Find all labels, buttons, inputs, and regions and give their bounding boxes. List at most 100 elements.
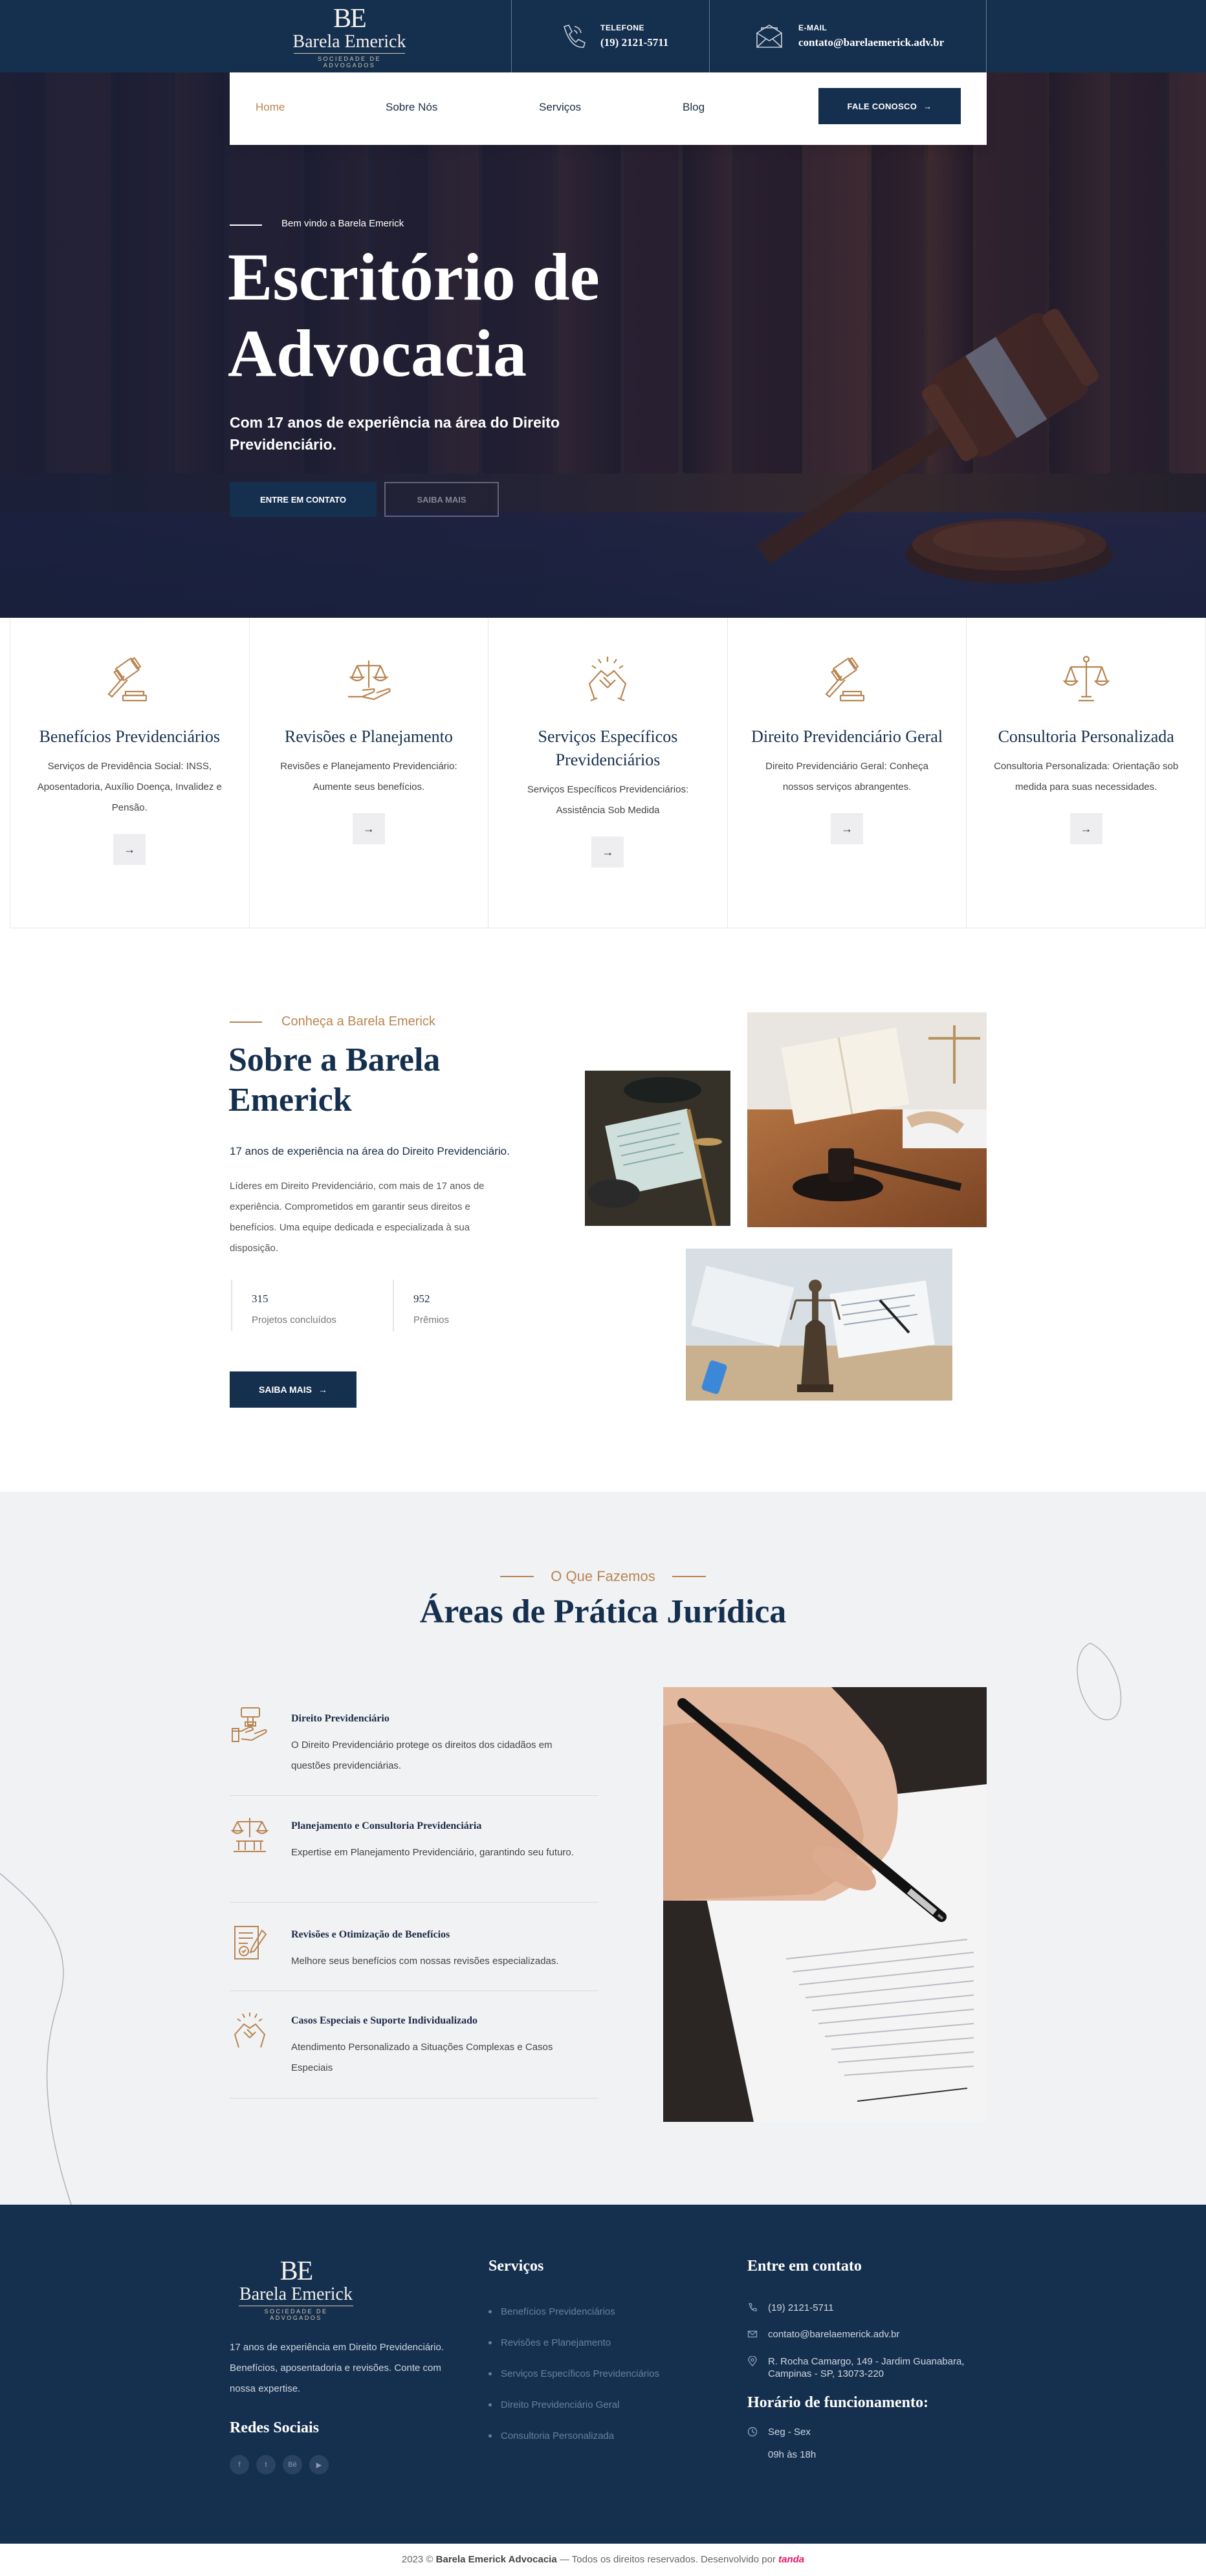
stat-value: 952 <box>413 1293 430 1305</box>
contact-title: Entre em contato <box>747 2258 862 2275</box>
copyright-company: Barela Emerick Advocacia <box>435 2554 557 2565</box>
email-contact[interactable]: E-MAIL contato@barelaemerick.adv.br <box>754 17 944 56</box>
card-title: Benefícios Previdenciários <box>39 727 220 746</box>
copyright-prefix: 2023 © <box>401 2554 436 2565</box>
footer-email-text: contato@barelaemerick.adv.br <box>768 2329 900 2340</box>
learn-more-label: SAIBA MAIS <box>259 1384 312 1395</box>
card-title: Consultoria Personalizada <box>998 727 1174 746</box>
footer-phone[interactable]: (19) 2121-5711 <box>747 2302 833 2314</box>
behance-icon[interactable]: Bē <box>283 2455 302 2474</box>
twitter-icon[interactable]: t <box>256 2455 276 2474</box>
nav-about[interactable]: Sobre Nós <box>386 101 437 114</box>
about-title: Sobre a Barela Emerick <box>228 1042 441 1119</box>
developer-link[interactable]: tanda <box>778 2554 804 2565</box>
copyright-bar: 2023 © Barela Emerick Advocacia — Todos … <box>0 2544 1206 2576</box>
about-photo-gavel <box>747 1012 987 1227</box>
practice-item-title: Casos Especiais e Suporte Individualizad… <box>291 2015 478 2026</box>
logo[interactable]: BE Barela Emerick SOCIEDADE DE ADVOGADOS <box>285 4 414 69</box>
copyright-suffix: — Todos os direitos reservados. Desenvol… <box>556 2554 779 2565</box>
footer-service-link[interactable]: Direito Previdenciário Geral <box>488 2399 619 2410</box>
divider <box>511 0 512 72</box>
logo-monogram: BE <box>333 4 367 34</box>
learn-more-button[interactable]: SAIBA MAIS <box>384 482 499 517</box>
phone-number: (19) 2121-5711 <box>600 36 669 49</box>
main-nav: Home Sobre Nós Serviços Blog FALE CONOSC… <box>230 72 987 145</box>
about-text: Líderes em Direito Previdenciário, com m… <box>230 1181 485 1254</box>
card-arrow-button[interactable]: → <box>352 813 385 844</box>
facebook-icon[interactable]: f <box>230 2455 249 2474</box>
arrow-right-icon: → <box>124 842 136 856</box>
stat-projects: 315 Projetos concluídos <box>231 1280 336 1331</box>
document-check-icon <box>234 1926 267 1959</box>
kicker-line <box>500 1576 534 1577</box>
service-card[interactable]: Consultoria Personalizada Consultoria Pe… <box>967 618 1206 928</box>
nav-blog[interactable]: Blog <box>683 101 705 114</box>
card-arrow-button[interactable]: → <box>113 834 146 865</box>
practice-title: Áreas de Prática Jurídica <box>419 1593 787 1630</box>
handshake-icon <box>589 657 627 702</box>
stat-label: Projetos concluídos <box>252 1315 336 1326</box>
divider <box>986 0 987 72</box>
practice-item[interactable]: Direito Previdenciário O Direito Previde… <box>230 1705 598 1796</box>
practice-kicker: O Que Fazemos <box>500 1568 706 1585</box>
card-arrow-button[interactable]: → <box>1069 813 1102 844</box>
gavel-icon <box>107 657 148 702</box>
footer-about: 17 anos de experiência em Direito Previd… <box>230 2342 444 2394</box>
bullet-icon <box>488 2372 492 2375</box>
footer-email[interactable]: contato@barelaemerick.adv.br <box>747 2328 899 2341</box>
service-card[interactable]: Direito Previdenciário Geral Direito Pre… <box>728 618 967 928</box>
practice-kicker-text: O Que Fazemos <box>551 1568 655 1584</box>
practice-item[interactable]: Planejamento e Consultoria Previdenciári… <box>230 1815 598 1903</box>
logo-tagline: SOCIEDADE DE ADVOGADOS <box>294 53 405 69</box>
practice-item-title: Direito Previdenciário <box>291 1713 389 1724</box>
logo-name: Barela Emerick <box>292 32 406 52</box>
footer-service-link[interactable]: Consultoria Personalizada <box>488 2430 614 2441</box>
youtube-icon[interactable]: ▶ <box>309 2455 329 2474</box>
phone-icon <box>564 25 586 48</box>
footer-service-link[interactable]: Revisões e Planejamento <box>488 2337 611 2348</box>
nav-home[interactable]: Home <box>256 101 285 114</box>
service-card[interactable]: Serviços Específicos Previdenciários Ser… <box>488 618 728 928</box>
bullet-icon <box>488 2403 492 2407</box>
practice-item-text: Melhore seus benefícios com nossas revis… <box>291 1956 559 1967</box>
map-pin-icon <box>748 2356 757 2366</box>
service-card[interactable]: Benefícios Previdenciários Serviços de P… <box>10 618 250 928</box>
phone-label: TELEFONE <box>600 23 645 32</box>
footer-logo[interactable]: BE Barela Emerick SOCIEDADE DE ADVOGADOS <box>230 2258 362 2321</box>
card-arrow-button[interactable]: → <box>831 813 864 844</box>
service-card[interactable]: Revisões e Planejamento Revisões e Plane… <box>250 618 489 928</box>
link-text: Revisões e Planejamento <box>501 2337 611 2348</box>
contact-us-button[interactable]: FALE CONOSCO → <box>818 88 961 124</box>
phone-icon <box>749 2303 757 2311</box>
footer-service-link[interactable]: Serviços Específicos Previdenciários <box>488 2368 659 2379</box>
practice-item-text: Atendimento Personalizado a Situações Co… <box>291 2042 553 2073</box>
hero-welcome: Bem vindo a Barela Emerick <box>281 218 404 229</box>
bullet-icon <box>488 2341 492 2344</box>
get-in-touch-button[interactable]: ENTRE EM CONTATO <box>230 482 377 517</box>
phone-contact[interactable]: TELEFONE (19) 2121-5711 <box>556 17 668 56</box>
bullet-icon <box>488 2434 492 2438</box>
welcome-line <box>230 224 262 226</box>
about-photo-signing <box>585 1071 730 1226</box>
scales-icon <box>1062 655 1110 702</box>
about-learn-more-button[interactable]: SAIBA MAIS → <box>230 1371 356 1408</box>
link-text: Direito Previdenciário Geral <box>501 2399 620 2410</box>
nav-services[interactable]: Serviços <box>539 101 581 114</box>
hero-subtitle: Com 17 anos de experiência na área do Di… <box>230 414 560 453</box>
practice-item[interactable]: Revisões e Otimização de Benefícios Melh… <box>230 1923 598 1991</box>
practice-kicker-wrap: O Que Fazemos <box>0 1568 1206 1585</box>
practice-item-text: O Direito Previdenciário protege os dire… <box>291 1740 553 1771</box>
footer-service-link[interactable]: Benefícios Previdenciários <box>488 2306 615 2317</box>
link-text: Consultoria Personalizada <box>501 2430 615 2441</box>
stat-value: 315 <box>252 1293 269 1305</box>
practice-item-title: Planejamento e Consultoria Previdenciári… <box>291 1820 482 1831</box>
hero-title: Escritório de Advocacia <box>228 239 810 392</box>
practice-item-title: Revisões e Otimização de Benefícios <box>291 1929 450 1940</box>
stat-awards: 952 Prêmios <box>393 1280 449 1331</box>
kicker-line <box>672 1576 706 1577</box>
practice-item[interactable]: Casos Especiais e Suporte Individualizad… <box>230 2011 598 2099</box>
practice-photo-pen <box>663 1687 987 2122</box>
arrow-right-icon: → <box>1080 822 1092 835</box>
hours-days: Seg - Sex <box>768 2427 811 2438</box>
card-arrow-button[interactable]: → <box>591 836 624 868</box>
